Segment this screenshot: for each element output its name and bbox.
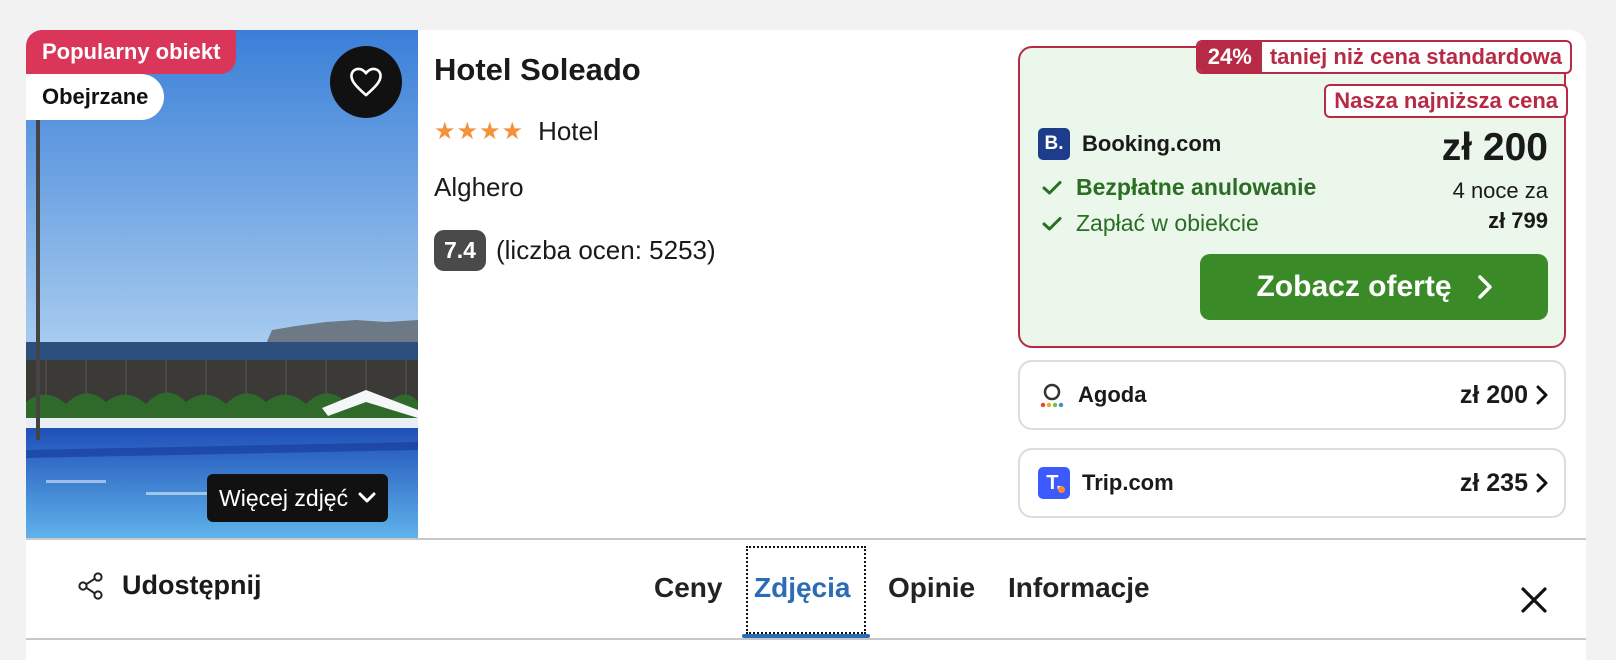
nights-label: 4 noce za [1452,178,1548,203]
chevron-right-icon [1477,275,1492,299]
share-label: Udostępnij [122,570,262,600]
rating-score: 7.4 [434,230,486,271]
hotel-city: Alghero [434,172,524,202]
trip-logo-icon: T. [1038,467,1070,499]
tab-prices[interactable]: Ceny [654,572,722,604]
main-offer-provider: B. Booking.com [1038,128,1221,160]
offer-price: zł 235 [1459,468,1528,497]
seen-badge: Obejrzane [26,74,165,120]
chevron-right-icon [1536,473,1548,493]
favorite-button[interactable] [330,46,402,118]
star-rating-icon: ★★★★ [434,118,525,145]
close-icon [1521,587,1547,613]
check-icon [1042,180,1062,194]
feature-label: Zapłać w obiekcie [1076,210,1259,236]
divider [26,538,1586,540]
tab-reviews[interactable]: Opinie [888,572,975,604]
view-deal-label: Zobacz ofertę [1256,270,1452,303]
feature-label: Bezpłatne anulowanie [1076,174,1317,200]
offer-provider-name: Trip.com [1082,470,1174,495]
feature-pay-at-property: Zapłać w obiekcie [1042,210,1259,237]
hotel-card: Popularny obiekt Obejrzane Więcej zdjęć … [26,30,1586,660]
offer-provider-name: Agoda [1078,382,1147,407]
review-count: (liczba ocen: 5253) [495,235,716,265]
discount-percent: 24% [1197,42,1262,72]
tab-photos[interactable]: Zdjęcia [754,572,850,604]
total-price: zł 799 [1488,208,1548,233]
rating-summary[interactable]: 7.4 (liczba ocen: 5253) [434,230,716,271]
popular-badge: Popularny obiekt [26,30,237,74]
chevron-down-icon [358,492,376,503]
check-icon [1042,216,1062,230]
heart-icon [350,67,382,97]
offer-trip[interactable]: T. Trip.com zł 235 [1018,448,1566,518]
discount-text: taniej niż cena standardowa [1269,44,1562,69]
lowest-price-badge: Nasza najniższa cena [1324,84,1568,118]
main-offer-price: zł 200 [1441,126,1548,169]
hotel-class: ★★★★ Hotel [434,116,599,147]
main-offer[interactable]: 24% taniej niż cena standardowa Nasza na… [1018,40,1572,348]
share-icon [78,571,103,600]
tab-info[interactable]: Informacje [1008,572,1150,604]
share-button[interactable]: Udostępnij [76,570,262,601]
chevron-right-icon [1536,385,1548,405]
hotel-type: Hotel [538,116,599,146]
hotel-photo[interactable]: Popularny obiekt Obejrzane Więcej zdjęć [26,30,418,538]
provider-name: Booking.com [1082,131,1222,156]
offer-price: zł 200 [1459,380,1528,409]
booking-logo-icon: B. [1038,128,1070,160]
offer-agoda[interactable]: Agoda zł 200 [1018,360,1566,430]
more-photos-button[interactable]: Więcej zdjęć [207,474,389,522]
view-deal-button[interactable]: Zobacz ofertę [1200,254,1548,320]
feature-free-cancellation: Bezpłatne anulowanie [1042,174,1316,201]
close-button[interactable] [1520,586,1548,619]
hotel-name[interactable]: Hotel Soleado [434,52,641,88]
discount-badge: 24% taniej niż cena standardowa [1195,40,1572,74]
more-photos-label: Więcej zdjęć [219,484,349,511]
divider [26,638,1586,640]
agoda-logo-icon [1040,383,1064,408]
